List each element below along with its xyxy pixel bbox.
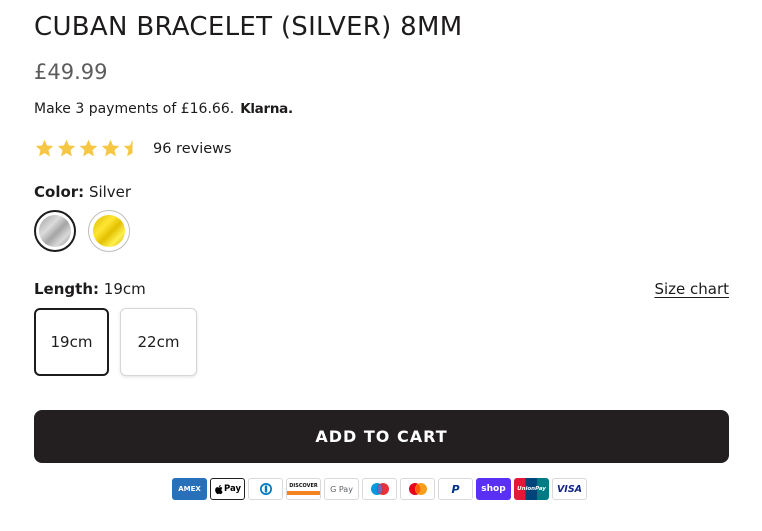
star-icon xyxy=(35,139,54,157)
paypal-label: P xyxy=(451,482,460,496)
reviews-count[interactable]: 96 reviews xyxy=(153,141,232,157)
paypal-icon: P xyxy=(438,478,473,500)
apple-icon xyxy=(215,484,223,494)
gold-swatch-fill xyxy=(93,215,125,247)
visa-label: VISA xyxy=(556,483,583,495)
amex-label: AMEX xyxy=(178,485,201,493)
discover-stripe xyxy=(287,491,320,495)
klarna-text: Make 3 payments of £16.66. xyxy=(34,101,235,117)
color-selected-value: Silver xyxy=(88,183,132,201)
rating-stars xyxy=(34,138,143,159)
google-pay-icon: G Pay xyxy=(324,478,359,500)
color-option-label: Color: Silver xyxy=(34,183,131,201)
product-price: £49.99 xyxy=(34,60,108,84)
shop-pay-icon: shop xyxy=(476,478,511,500)
google-pay-label: G Pay xyxy=(330,484,353,494)
payment-methods: AMEX Pay DISCOVER G Pay P shop UnionPay … xyxy=(172,478,587,500)
diners-club-icon xyxy=(248,478,283,500)
length-option-label: Length: 19cm xyxy=(34,280,146,298)
maestro-logo xyxy=(370,483,389,495)
shop-pay-label: shop xyxy=(481,484,506,494)
discover-icon: DISCOVER xyxy=(286,478,321,500)
unionpay-icon: UnionPay xyxy=(514,478,549,500)
color-label: Color: xyxy=(34,183,85,201)
mastercard-logo xyxy=(408,483,427,495)
silver-swatch-fill xyxy=(39,215,71,247)
mastercard-icon xyxy=(400,478,435,500)
unionpay-label: UnionPay xyxy=(517,486,546,492)
diners-club-logo xyxy=(259,483,272,495)
product-title: CUBAN BRACELET (SILVER) 8MM xyxy=(34,12,463,42)
length-option-22cm[interactable]: 22cm xyxy=(120,308,197,376)
product-rating[interactable]: 96 reviews xyxy=(34,138,232,159)
length-option-19cm[interactable]: 19cm xyxy=(34,308,109,376)
star-icon xyxy=(101,139,120,157)
apple-pay-icon: Pay xyxy=(210,478,245,500)
half-star-icon xyxy=(123,139,133,157)
klarna-logo[interactable]: Klarna. xyxy=(240,101,293,117)
add-to-cart-button[interactable]: ADD TO CART xyxy=(34,410,729,463)
visa-icon: VISA xyxy=(552,478,587,500)
length-label: Length: xyxy=(34,280,99,298)
amex-icon: AMEX xyxy=(172,478,207,500)
maestro-icon xyxy=(362,478,397,500)
size-chart-link[interactable]: Size chart xyxy=(654,280,729,298)
color-swatch-silver[interactable] xyxy=(34,210,76,252)
length-selected-value: 19cm xyxy=(103,280,146,298)
klarna-installments: Make 3 payments of £16.66. Klarna. xyxy=(34,101,293,117)
apple-pay-label: Pay xyxy=(223,484,242,494)
discover-label: DISCOVER xyxy=(289,483,318,489)
star-icon xyxy=(79,139,98,157)
star-icon xyxy=(57,139,76,157)
color-swatch-gold[interactable] xyxy=(88,210,130,252)
